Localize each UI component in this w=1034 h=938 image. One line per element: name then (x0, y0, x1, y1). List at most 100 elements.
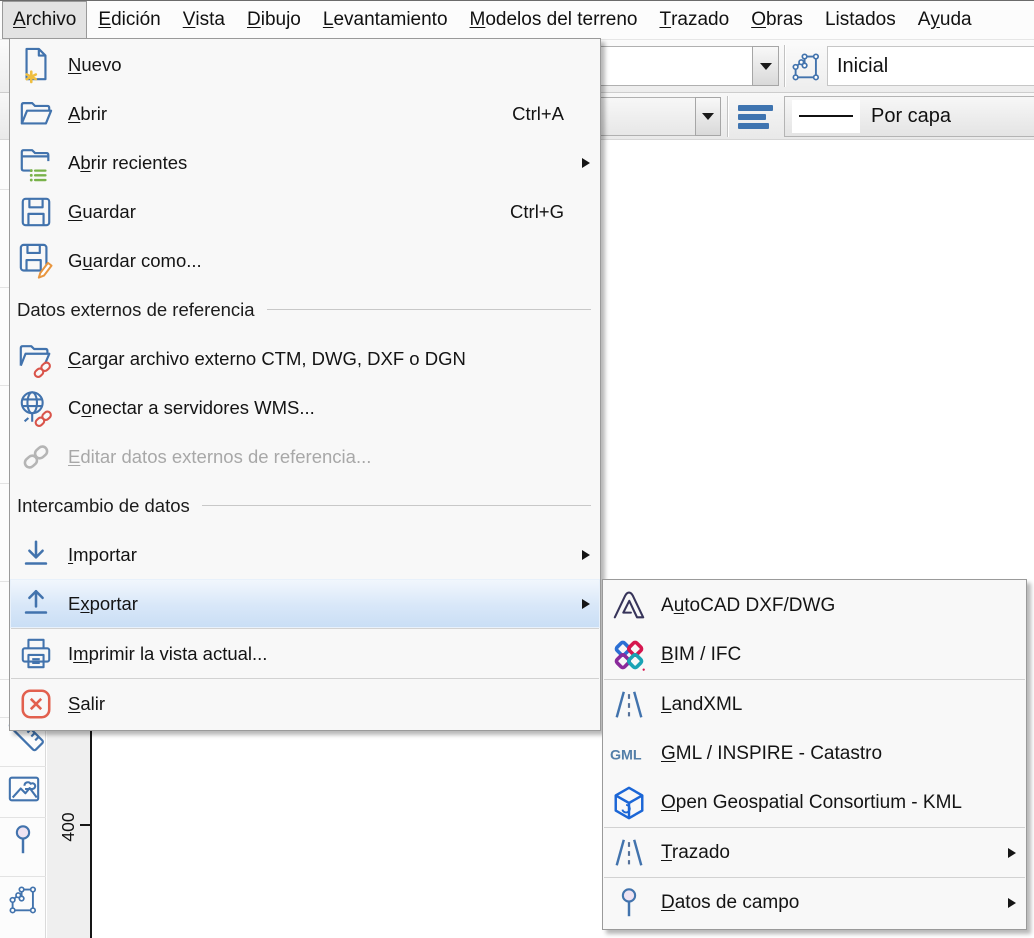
menu-item-label: Importar (68, 544, 578, 566)
menubar-item-archivo[interactable]: Archivo (2, 1, 87, 39)
menu-item-importar[interactable]: Importar (10, 530, 600, 579)
submenu-item-autocad-dxf-dwg[interactable]: AutoCAD DXF/DWG (603, 581, 1026, 630)
menubar-item-obras[interactable]: Obras (740, 1, 814, 39)
linetype-swatch (792, 100, 860, 133)
menu-item-cargar-archivo-externo-ctm-dwg-dxf-o-dgn[interactable]: Cargar archivo externo CTM, DWG, DXF o D… (10, 334, 600, 383)
left-toolbar-button-pin-icon[interactable] (6, 822, 40, 863)
new-file-icon (16, 44, 56, 86)
style-combo-dropdown[interactable] (752, 46, 779, 86)
caret-down-icon (702, 113, 714, 120)
submenu-item-bim-ifc[interactable]: BIM / IFC (603, 630, 1026, 679)
open-folder-icon (16, 93, 56, 135)
menu-item-label: Cargar archivo externo CTM, DWG, DXF o D… (68, 348, 578, 370)
menu-section-rule (202, 505, 591, 506)
ruler-tick-label: 400 (46, 805, 90, 849)
file-menu: NuevoAbrirCtrl+AAbrir recientesGuardarCt… (9, 38, 601, 731)
menu-item-label: Trazado (661, 842, 1004, 864)
menubar-item-dibujo[interactable]: Dibujo (236, 1, 312, 39)
menu-section-header-intercambio-de-datos: Intercambio de datos (10, 481, 600, 530)
submenu-arrow-icon (578, 599, 590, 609)
load-external-file-icon (16, 338, 56, 380)
menubar-item-levantamiento[interactable]: Levantamiento (312, 1, 459, 39)
menu-item-label: LandXML (661, 694, 1004, 716)
linetype-label: Por capa (871, 105, 951, 128)
menu-item-editar-datos-externos-de-referencia: Editar datos externos de referencia... (10, 432, 600, 481)
menu-item-label: Abrir recientes (68, 152, 578, 174)
menu-item-conectar-a-servidores-wms[interactable]: Conectar a servidores WMS... (10, 383, 600, 432)
menu-item-label: Guardar (68, 201, 510, 223)
menubar-item-vista[interactable]: Vista (172, 1, 236, 39)
menu-item-exportar[interactable]: Exportar (10, 579, 600, 628)
menu-item-label: GML / INSPIRE - Catastro (661, 743, 1004, 765)
menubar-item-trazado[interactable]: Trazado (648, 1, 740, 39)
menubar-item-modelos-del-terreno[interactable]: Modelos del terreno (459, 1, 649, 39)
polygon-style-button[interactable] (788, 48, 824, 84)
color-combo-dropdown[interactable] (695, 97, 721, 136)
menubar-item-listados[interactable]: Listados (814, 1, 907, 39)
menu-item-label: Open Geospatial Consortium - KML (661, 792, 1004, 814)
menu-item-abrir-recientes[interactable]: Abrir recientes (10, 138, 600, 187)
menu-item-label: Conectar a servidores WMS... (68, 397, 578, 419)
caret-down-icon (760, 63, 772, 70)
menu-item-shortcut: Ctrl+A (512, 103, 564, 125)
submenu-item-gml-inspire-catastro[interactable]: GML GML / INSPIRE - Catastro (603, 729, 1026, 778)
left-toolbar-separator (0, 876, 46, 877)
menu-item-label: Editar datos externos de referencia... (68, 446, 578, 468)
polygon-icon (6, 882, 40, 916)
svg-text:GML: GML (610, 747, 642, 763)
menu-item-label: Exportar (68, 593, 578, 615)
menu-item-label: Datos de campo (661, 892, 1004, 914)
menu-item-nuevo[interactable]: Nuevo (10, 40, 600, 89)
menu-item-guardar-como[interactable]: Guardar como... (10, 236, 600, 285)
ogc-icon (609, 782, 649, 824)
linetype-combo[interactable]: Por capa (784, 96, 1034, 137)
menu-section-title: Intercambio de datos (17, 495, 190, 517)
menu-item-shortcut: Ctrl+G (510, 201, 564, 223)
import-icon (16, 534, 56, 576)
line-width-button[interactable] (735, 97, 777, 136)
pin-icon (6, 822, 40, 858)
menu-item-label: BIM / IFC (661, 644, 1004, 666)
menubar: ArchivoEdiciónVistaDibujoLevantamientoMo… (0, 1, 1034, 40)
toolbar-separator (784, 45, 785, 87)
save-icon (16, 191, 56, 233)
image-icon (6, 772, 42, 806)
menu-item-label: Guardar como... (68, 250, 578, 272)
menu-item-imprimir-la-vista-actual[interactable]: Imprimir la vista actual... (10, 629, 600, 678)
pin-icon (609, 882, 649, 924)
submenu-item-datos-de-campo[interactable]: Datos de campo (603, 878, 1026, 927)
menubar-item-edici-n[interactable]: Edición (87, 1, 171, 39)
recent-files-icon (16, 142, 56, 184)
submenu-item-open-geospatial-consortium-kml[interactable]: Open Geospatial Consortium - KML (603, 778, 1026, 827)
menu-item-label: Imprimir la vista actual... (68, 643, 578, 665)
menu-item-guardar[interactable]: GuardarCtrl+G (10, 187, 600, 236)
left-toolbar-button-image-icon[interactable] (6, 772, 42, 811)
menu-item-abrir[interactable]: AbrirCtrl+A (10, 89, 600, 138)
print-icon (16, 633, 56, 675)
road-icon (609, 684, 649, 726)
submenu-arrow-icon (1004, 848, 1016, 858)
edit-external-data-icon (16, 436, 56, 478)
left-toolbar-button-polygon-icon[interactable] (6, 882, 40, 921)
bim-ifc-icon (609, 634, 649, 676)
left-toolbar-separator (0, 817, 46, 818)
export-submenu: AutoCAD DXF/DWG BIM / IFC LandXML GML GML / … (602, 579, 1027, 930)
gml-icon: GML (609, 733, 649, 775)
wms-servers-icon (16, 387, 56, 429)
menu-item-label: Nuevo (68, 54, 578, 76)
menu-section-rule (267, 309, 591, 310)
submenu-item-trazado[interactable]: Trazado (603, 828, 1026, 877)
menu-item-label: Salir (68, 693, 578, 715)
menu-item-label: Abrir (68, 103, 512, 125)
menubar-item-ayuda[interactable]: Ayuda (907, 1, 983, 39)
menu-section-title: Datos externos de referencia (17, 299, 255, 321)
layer-name-input[interactable] (827, 46, 1034, 86)
save-as-icon (16, 240, 56, 282)
menu-item-salir[interactable]: Salir (10, 679, 600, 728)
export-icon (16, 583, 56, 625)
menu-section-header-datos-externos-de-referencia: Datos externos de referencia (10, 285, 600, 334)
submenu-arrow-icon (578, 158, 590, 168)
autocad-icon (609, 585, 649, 627)
toolbar-separator (727, 96, 728, 137)
submenu-item-landxml[interactable]: LandXML (603, 680, 1026, 729)
